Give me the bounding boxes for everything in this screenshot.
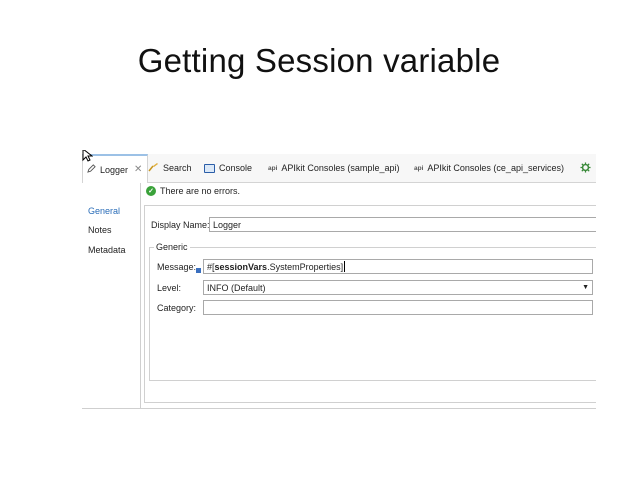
console-icon bbox=[204, 163, 215, 173]
general-form-panel: Display Name: Logger Generic Message: #[… bbox=[144, 205, 596, 403]
check-circle-icon: ✓ bbox=[146, 186, 156, 196]
chevron-down-icon: ▼ bbox=[582, 284, 589, 291]
status-text: There are no errors. bbox=[160, 186, 241, 196]
expression-marker-icon bbox=[196, 268, 201, 273]
tab-apikit-sample[interactable]: api APIkit Consoles (sample_api) bbox=[268, 154, 399, 182]
validation-status: ✓ There are no errors. bbox=[146, 186, 240, 196]
level-select[interactable]: INFO (Default) ▼ bbox=[203, 280, 593, 295]
tab-apikit-ce[interactable]: api APIkit Consoles (ce_api_services) bbox=[414, 154, 564, 182]
close-icon[interactable]: ✕ bbox=[134, 164, 142, 175]
tab-gear[interactable] bbox=[580, 154, 591, 182]
tab-label: APIkit Consoles (ce_api_services) bbox=[427, 163, 564, 173]
category-field[interactable] bbox=[203, 300, 593, 315]
tab-label: Logger bbox=[100, 164, 129, 175]
level-label: Level: bbox=[157, 283, 182, 293]
level-selected-value: INFO (Default) bbox=[207, 282, 266, 293]
expression-prefix: #[ bbox=[207, 261, 215, 272]
message-field[interactable]: #[sessionVars .SystemProperties] bbox=[203, 259, 593, 274]
tab-label: Console bbox=[219, 163, 253, 173]
mouse-cursor-icon bbox=[82, 150, 94, 164]
gear-icon bbox=[580, 161, 591, 175]
generic-group-label: Generic bbox=[154, 242, 190, 252]
view-tab-bar: Logger ✕ Search Console api APIkit Conso… bbox=[82, 154, 596, 183]
sidebar-item-general[interactable]: General bbox=[88, 206, 120, 216]
tab-search[interactable]: Search bbox=[148, 154, 192, 182]
api-icon: api bbox=[268, 164, 278, 172]
expression-variable: sessionVars bbox=[214, 261, 268, 272]
slide-title: Getting Session variable bbox=[137, 42, 501, 79]
expression-suffix: .SystemProperties] bbox=[267, 261, 344, 272]
api-icon: api bbox=[414, 164, 424, 172]
pencil-icon bbox=[87, 164, 96, 175]
logger-properties-screenshot: Logger ✕ Search Console api APIkit Conso… bbox=[82, 150, 596, 412]
tab-label: APIkit Consoles (sample_api) bbox=[281, 163, 400, 173]
tab-console[interactable]: Console bbox=[204, 154, 252, 182]
category-label: Category: bbox=[157, 303, 197, 313]
text-cursor bbox=[344, 261, 346, 272]
message-label: Message: bbox=[157, 262, 197, 272]
properties-sidebar: General Notes Metadata bbox=[82, 183, 141, 409]
tab-label: Search bbox=[163, 163, 192, 173]
bottom-divider bbox=[82, 408, 596, 409]
sidebar-item-metadata[interactable]: Metadata bbox=[88, 245, 126, 255]
display-name-field[interactable]: Logger bbox=[209, 217, 596, 232]
sidebar-item-notes[interactable]: Notes bbox=[88, 225, 112, 235]
search-icon bbox=[148, 162, 159, 174]
display-name-label: Display Name: bbox=[151, 220, 210, 230]
